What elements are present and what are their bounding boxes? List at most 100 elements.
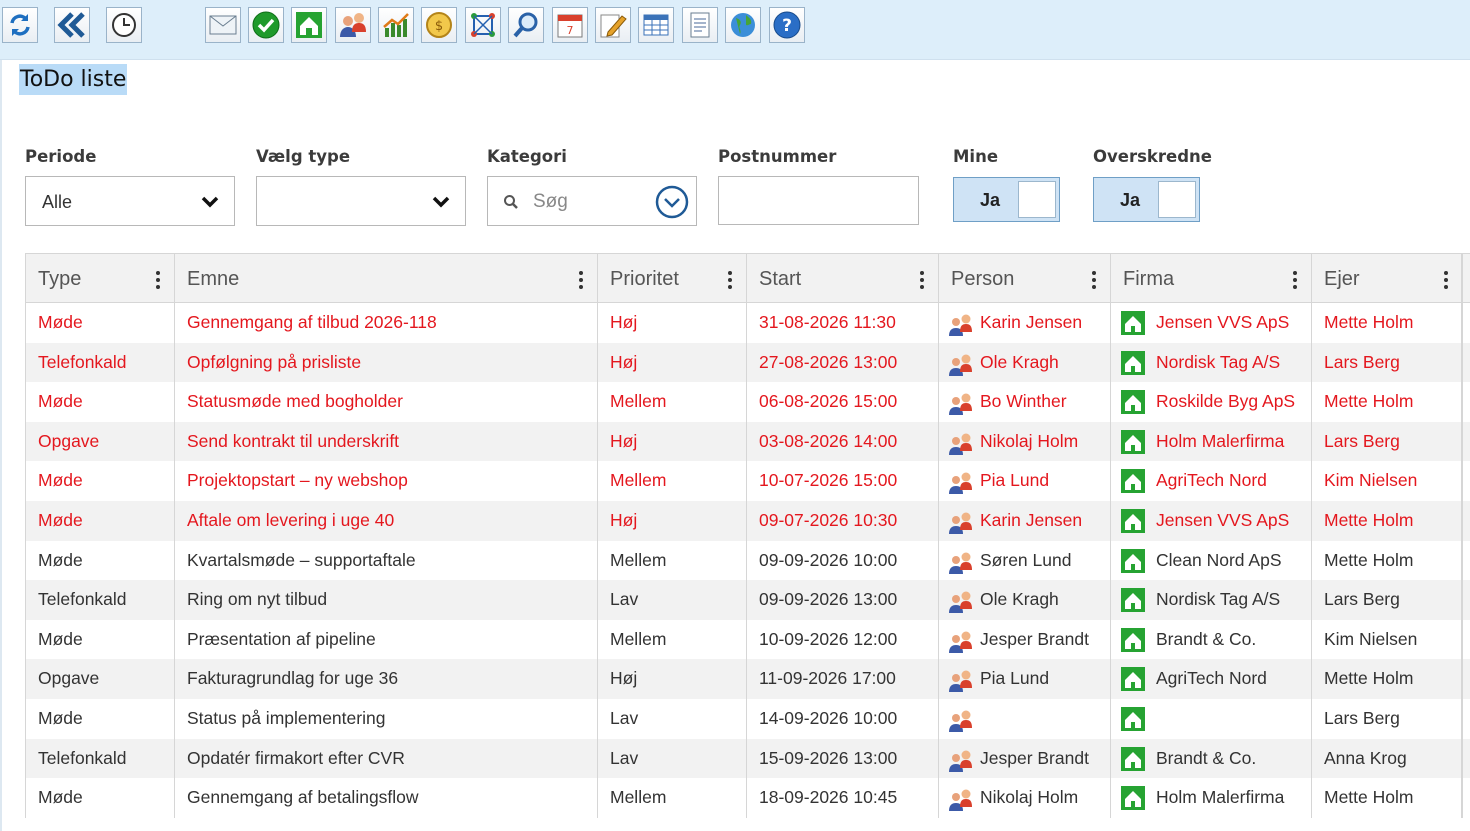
column-menu-icon[interactable] [1444, 271, 1448, 292]
company-name[interactable]: Holm Malerfirma [1156, 778, 1284, 818]
table-row[interactable]: Møde Projektopstart – ny webshop Mellem 10-… [26, 461, 1470, 501]
company-house-icon[interactable] [1121, 310, 1145, 343]
history-clock-icon[interactable] [106, 7, 142, 43]
person-name[interactable]: Nikolaj Holm [980, 778, 1078, 818]
person-name[interactable]: Karin Jensen [980, 303, 1082, 343]
company-name[interactable]: Brandt & Co. [1156, 620, 1256, 660]
company-house-icon[interactable] [1121, 627, 1145, 660]
column-menu-icon[interactable] [920, 271, 924, 292]
table-row[interactable]: Telefonkald Ring om nyt tilbud Lav 09-09-20… [26, 580, 1470, 620]
company-house-icon[interactable] [291, 7, 327, 43]
company-name[interactable]: Jensen VVS ApS [1156, 303, 1289, 343]
persons-icon[interactable] [335, 7, 371, 43]
table-row[interactable]: Telefonkald Opdatér firmakort efter CVR La… [26, 738, 1470, 779]
mail-icon[interactable] [205, 7, 241, 43]
column-header-type[interactable]: Type [26, 254, 175, 303]
person-icon[interactable] [949, 589, 977, 620]
type-select[interactable] [256, 176, 466, 226]
person-name[interactable]: Søren Lund [980, 541, 1071, 581]
company-house-icon[interactable] [1121, 706, 1145, 739]
company-house-icon[interactable] [1121, 468, 1145, 501]
table-icon[interactable] [638, 7, 674, 43]
table-row[interactable]: Møde Gennemgang af betalingsflow Mellem 18-… [26, 778, 1470, 818]
column-menu-icon[interactable] [579, 271, 583, 292]
refresh-icon[interactable] [2, 7, 38, 43]
table-row[interactable]: Møde Kvartalsmøde – supportaftale Mellem 09… [26, 540, 1470, 581]
person-icon[interactable] [949, 629, 977, 660]
postnummer-input[interactable] [718, 176, 919, 225]
table-row[interactable]: Møde Statusmøde med bogholder Mellem 06-08-… [26, 382, 1470, 422]
person-icon[interactable] [949, 550, 977, 581]
person-name[interactable]: Nikolaj Holm [980, 422, 1078, 462]
overskredne-toggle[interactable]: Ja [1093, 177, 1200, 222]
person-name[interactable]: Pia Lund [980, 461, 1049, 501]
column-header-emne[interactable]: Emne [175, 254, 598, 303]
person-icon[interactable] [949, 391, 977, 422]
table-row[interactable]: Opgave Fakturagrundlag for uge 36 Høj 11-09… [26, 659, 1470, 699]
person-icon[interactable] [949, 312, 977, 343]
chevron-down-circle-icon[interactable] [655, 185, 689, 219]
periode-select[interactable]: Alle [25, 176, 235, 226]
company-house-icon[interactable] [1121, 548, 1145, 581]
search-magnifier-icon[interactable] [508, 7, 544, 43]
company-name[interactable]: Nordisk Tag A/S [1156, 580, 1280, 620]
company-house-icon[interactable] [1121, 429, 1145, 462]
column-header-person[interactable]: Person [939, 254, 1111, 303]
person-icon[interactable] [949, 510, 977, 541]
company-house-icon[interactable] [1121, 785, 1145, 818]
calendar-icon[interactable]: 7 [552, 7, 588, 43]
company-house-icon[interactable] [1121, 666, 1145, 699]
back-icon[interactable] [54, 7, 90, 43]
kategori-search-input[interactable]: Søg [487, 176, 697, 226]
network-icon[interactable] [465, 7, 501, 43]
column-header-prioritet[interactable]: Prioritet [598, 254, 747, 303]
table-row[interactable]: Opgave Send kontrakt til underskrift Høj 03… [26, 421, 1470, 462]
company-name[interactable]: Roskilde Byg ApS [1156, 382, 1295, 422]
person-name[interactable]: Pia Lund [980, 659, 1049, 699]
help-icon[interactable]: ? [769, 7, 805, 43]
table-row[interactable]: Telefonkald Opfølgning på prisliste Høj 27-… [26, 342, 1470, 383]
company-house-icon[interactable] [1121, 587, 1145, 620]
approve-check-icon[interactable] [248, 7, 284, 43]
person-icon[interactable] [949, 668, 977, 699]
company-name[interactable]: Clean Nord ApS [1156, 541, 1282, 581]
person-icon[interactable] [949, 431, 977, 462]
table-row[interactable]: Møde Aftale om levering i uge 40 Høj 09-07-… [26, 501, 1470, 541]
person-icon[interactable] [949, 748, 977, 779]
column-header-firma[interactable]: Firma [1111, 254, 1312, 303]
column-menu-icon[interactable] [728, 271, 732, 292]
person-name[interactable]: Jesper Brandt [980, 620, 1089, 660]
column-menu-icon[interactable] [1293, 271, 1297, 292]
company-name[interactable]: Holm Malerfirma [1156, 422, 1284, 462]
column-header-ejer[interactable]: Ejer [1312, 254, 1463, 303]
table-row[interactable]: Møde Status på implementering Lav 14-09-202… [26, 699, 1470, 739]
company-name[interactable]: AgriTech Nord [1156, 461, 1267, 501]
person-icon[interactable] [949, 787, 977, 818]
company-house-icon[interactable] [1121, 508, 1145, 541]
person-name[interactable]: Ole Kragh [980, 580, 1059, 620]
globe-icon[interactable] [725, 7, 761, 43]
company-name[interactable]: Nordisk Tag A/S [1156, 343, 1280, 383]
finance-coins-icon[interactable]: $ [421, 7, 457, 43]
company-name[interactable]: Jensen VVS ApS [1156, 501, 1289, 541]
person-icon[interactable] [949, 470, 977, 501]
column-header-start[interactable]: Start [747, 254, 939, 303]
person-name[interactable]: Ole Kragh [980, 343, 1059, 383]
company-name[interactable]: AgriTech Nord [1156, 659, 1267, 699]
company-name[interactable]: Brandt & Co. [1156, 739, 1256, 779]
person-name[interactable]: Jesper Brandt [980, 739, 1089, 779]
table-row[interactable]: Møde Præsentation af pipeline Mellem 10-09-… [26, 619, 1470, 660]
company-house-icon[interactable] [1121, 389, 1145, 422]
company-house-icon[interactable] [1121, 350, 1145, 383]
person-icon[interactable] [949, 352, 977, 383]
company-house-icon[interactable] [1121, 746, 1145, 779]
mine-toggle[interactable]: Ja [953, 177, 1060, 222]
column-menu-icon[interactable] [156, 271, 160, 292]
person-icon[interactable] [949, 708, 977, 739]
person-name[interactable]: Bo Winther [980, 382, 1067, 422]
statistics-chart-icon[interactable] [378, 7, 414, 43]
person-name[interactable]: Karin Jensen [980, 501, 1082, 541]
document-icon[interactable] [682, 7, 718, 43]
table-row[interactable]: Møde Gennemgang af tilbud 2026-118 Høj 31-0… [26, 303, 1470, 343]
edit-pencil-icon[interactable] [595, 7, 631, 43]
